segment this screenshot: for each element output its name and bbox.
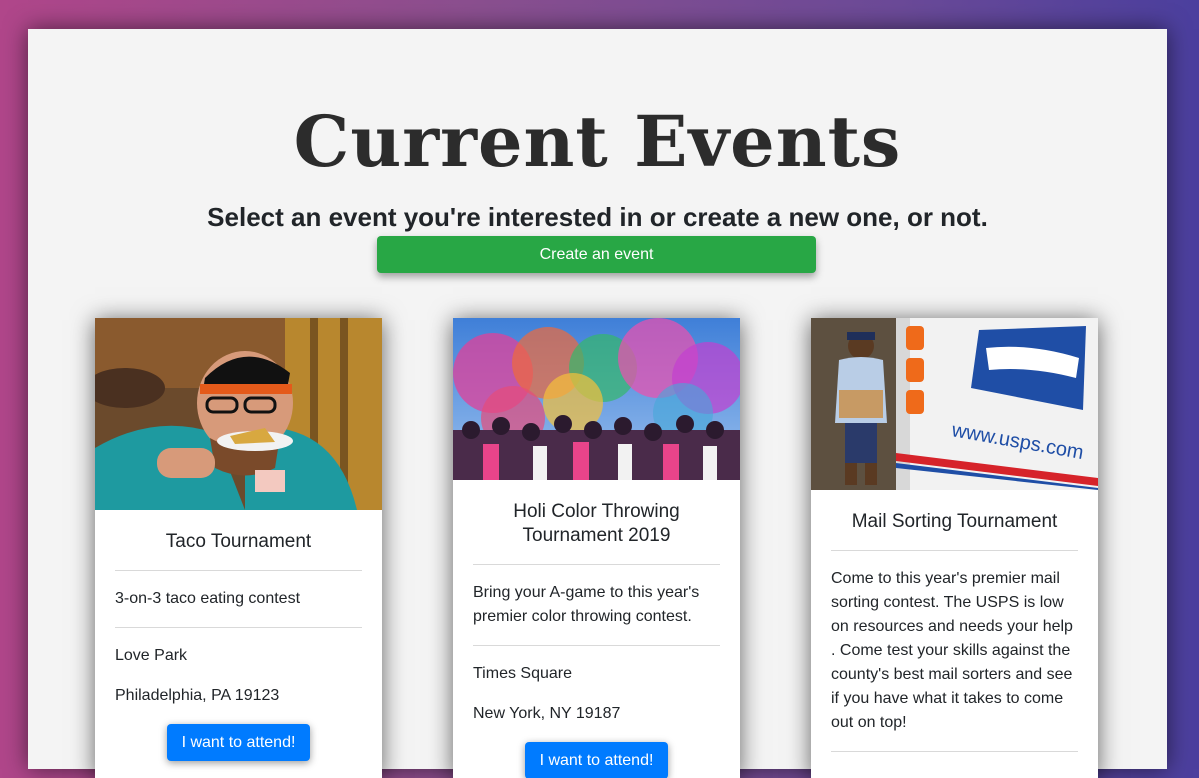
divider [473, 564, 720, 565]
divider [473, 645, 720, 646]
divider [831, 751, 1078, 752]
event-description: Come to this year's premier mail sorting… [831, 570, 1073, 731]
divider [831, 550, 1078, 551]
event-city: Philadelphia, PA 19123 [115, 687, 280, 704]
event-description: Bring your A-game to this year's premier… [473, 584, 700, 625]
event-image-holi [453, 318, 740, 480]
divider [115, 570, 362, 571]
event-title: Holi Color Throwing Tournament 2019 [513, 501, 680, 546]
event-image-taco [95, 318, 382, 510]
event-title: Mail Sorting Tournament [851, 511, 1058, 532]
event-title: Taco Tournament [165, 531, 312, 552]
event-image-mail: www.usps.com [811, 318, 1098, 490]
divider [115, 627, 362, 628]
page-title: Current Events [293, 100, 902, 183]
page-subtitle: Select an event you're interested in or … [207, 202, 988, 232]
attend-button[interactable]: I want to attend! [167, 724, 310, 761]
event-venue: Times Square [473, 665, 572, 682]
event-venue: Love Park [115, 647, 188, 664]
event-card-holi: Holi Color Throwing Tournament 2019 Brin… [453, 318, 740, 778]
event-card-taco: Taco Tournament 3-on-3 taco eating conte… [95, 318, 382, 778]
event-city: New York, NY 19187 [473, 705, 621, 722]
event-description: 3-on-3 taco eating contest [115, 590, 301, 607]
event-card-mail: www.usps.com Mail Sorting Tournament Com… [811, 318, 1098, 778]
create-event-button[interactable]: Create an event [377, 236, 816, 273]
attend-button[interactable]: I want to attend! [525, 742, 668, 778]
